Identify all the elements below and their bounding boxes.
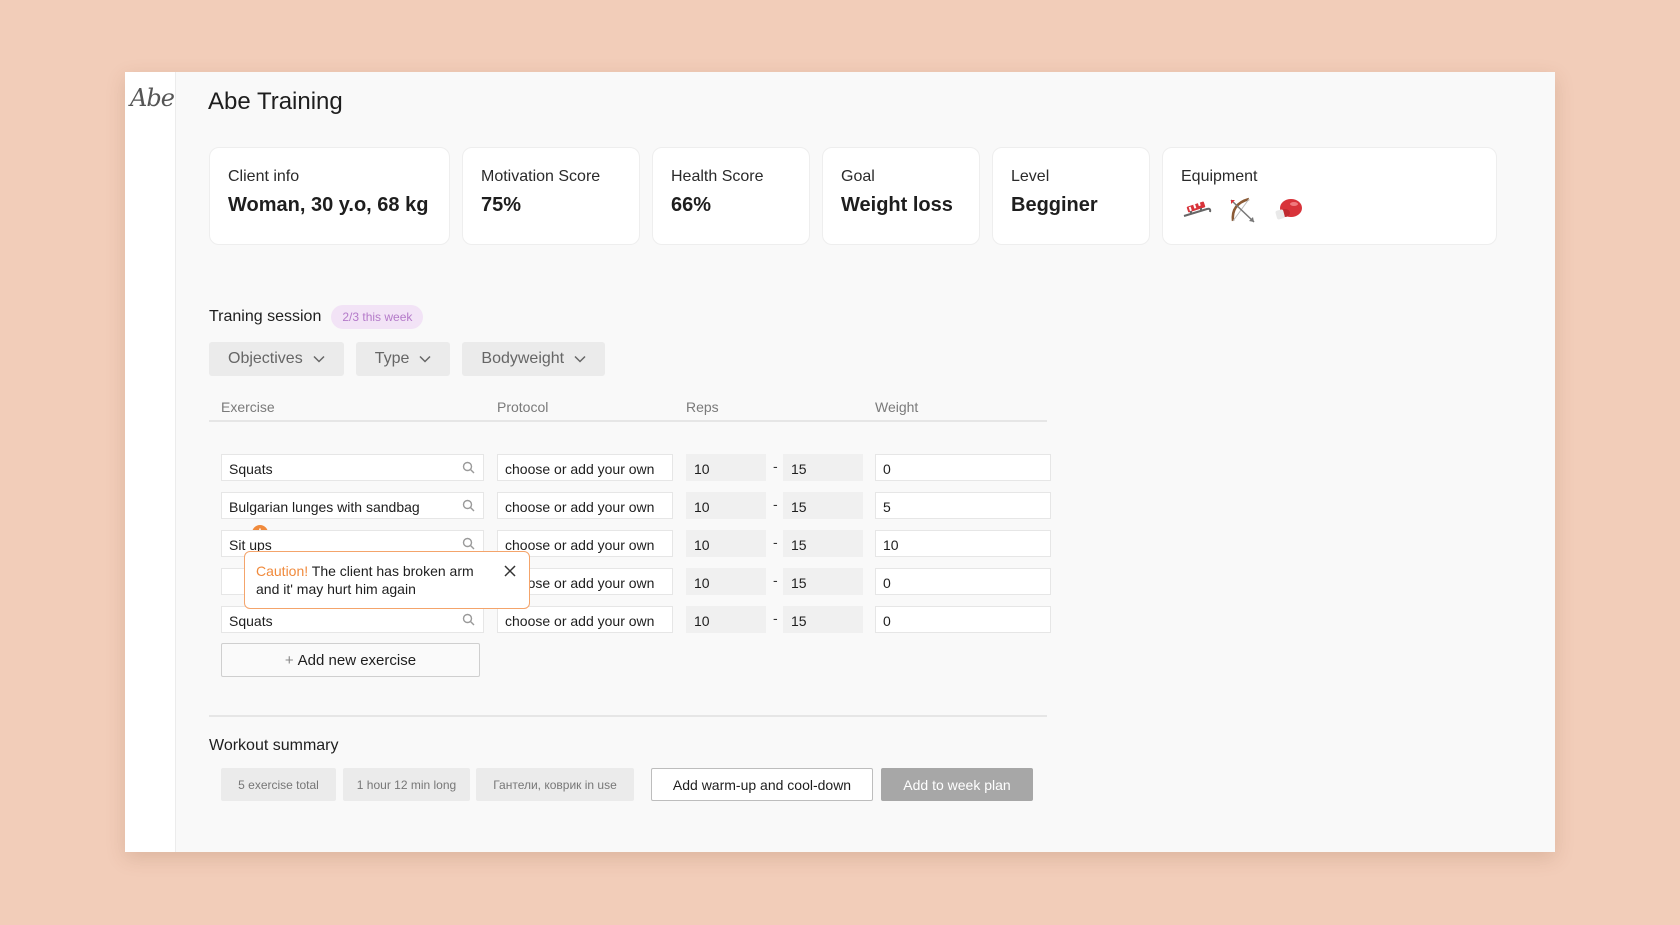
protocol-input[interactable]: choose or add your own [497,606,673,633]
header-weight: Weight [875,399,919,415]
card-health-score: Health Score 66% [652,147,810,245]
page-title: Abe Training [208,88,343,115]
sled-icon [1183,201,1212,217]
reps-min-input[interactable]: 10 [686,454,766,481]
exercise-search-input[interactable]: Squats [221,454,484,481]
add-to-week-plan-button[interactable]: Add to week plan [881,768,1033,801]
filter-type-dropdown[interactable]: Type [355,342,451,376]
card-label: Goal [841,168,875,185]
reps-max-input[interactable]: 15 [783,568,863,595]
card-equipment: Equipment [1162,147,1497,245]
card-level: Level Begginer [992,147,1150,245]
plus-icon: + [284,651,294,669]
protocol-input[interactable]: choose or add your own [497,454,673,481]
add-warmup-cooldown-button[interactable]: Add warm-up and cool-down [651,768,873,801]
section-title: Traning session [209,308,322,325]
add-exercise-label: Add new exercise [297,651,417,669]
card-value: 66% [671,194,712,216]
exercise-value: Bulgarian lunges with sandbag [229,499,420,515]
range-dash: - [773,496,778,512]
card-label: Motivation Score [481,168,601,185]
header-exercise: Exercise [221,399,275,415]
range-dash: - [773,534,778,550]
card-value: Begginer [1011,194,1098,216]
card-client-info: Client info Woman, 30 y.o, 68 kg [209,147,450,245]
card-label: Client info [228,168,300,185]
workout-summary-title: Workout summary [209,737,339,754]
weight-input[interactable]: 0 [875,568,1051,595]
reps-min-input[interactable]: 10 [686,568,766,595]
summary-chip-equipment: Гантели, коврик in use [476,768,634,801]
card-value: Weight loss [841,194,953,216]
app-window: Abe Abe Training Client info Woman, 30 y… [125,72,1555,852]
header-reps: Reps [686,399,719,415]
weight-input[interactable]: 5 [875,492,1051,519]
reps-max-input[interactable]: 15 [783,454,863,481]
filter-label: Objectives [228,350,303,367]
reps-max-input[interactable]: 15 [783,530,863,557]
add-exercise-button[interactable]: + Add new exercise [221,643,480,677]
range-dash: - [773,458,778,474]
range-dash: - [773,610,778,626]
reps-max-input[interactable]: 15 [783,492,863,519]
divider [209,715,1047,717]
reps-min-input[interactable]: 10 [686,606,766,633]
card-value: 75% [481,194,522,216]
filter-bodyweight-dropdown[interactable]: Bodyweight [462,342,606,376]
exercise-table-header: Exercise Protocol Reps Weight [209,399,1047,422]
reps-max-input[interactable]: 15 [783,606,863,633]
protocol-input[interactable]: choose or add your own [497,492,673,519]
sidebar-rail: Abe [125,72,176,852]
card-goal: Goal Weight loss [822,147,980,245]
weight-input[interactable]: 0 [875,606,1051,633]
filter-label: Bodyweight [481,350,565,367]
boxing-glove-icon [1275,199,1302,220]
range-dash: - [773,572,778,588]
bow-and-arrow-icon [1230,197,1255,223]
training-session-header: Traning session 2/3 this week [209,305,424,329]
filter-bar: Objectives Type Bodyweight [209,342,606,376]
exercise-search-input[interactable]: Squats [221,606,484,633]
card-label: Health Score [671,168,764,185]
card-motivation-score: Motivation Score 75% [462,147,640,245]
weight-input[interactable]: 10 [875,530,1051,557]
caution-tooltip: Caution! The client has broken arm and i… [244,551,530,609]
filter-label: Type [374,350,410,367]
card-value: Woman, 30 y.o, 68 kg [228,194,429,216]
filter-objectives-dropdown[interactable]: Objectives [209,342,344,376]
card-label: Level [1011,168,1050,185]
chevron-down-icon [419,355,431,363]
exercise-search-input[interactable]: Bulgarian lunges with sandbag [221,492,484,519]
search-icon[interactable] [462,537,475,550]
summary-chip-exercises: 5 exercise total [221,768,336,801]
summary-chip-duration: 1 hour 12 min long [343,768,470,801]
logo[interactable]: Abe [130,84,175,112]
weight-input[interactable]: 0 [875,454,1051,481]
caution-prefix: Caution! [256,563,309,579]
chevron-down-icon [574,355,586,363]
session-count-badge: 2/3 this week [331,305,424,329]
search-icon[interactable] [462,461,475,474]
card-label: Equipment [1181,168,1258,185]
main-content: Abe Training Client info Woman, 30 y.o, … [176,72,1555,852]
chevron-down-icon [313,355,325,363]
reps-min-input[interactable]: 10 [686,530,766,557]
search-icon[interactable] [462,499,475,512]
exercise-value: Squats [229,461,273,477]
exercise-value: Squats [229,613,273,629]
search-icon[interactable] [462,613,475,626]
reps-min-input[interactable]: 10 [686,492,766,519]
header-protocol: Protocol [497,399,549,415]
close-icon[interactable] [503,564,517,578]
